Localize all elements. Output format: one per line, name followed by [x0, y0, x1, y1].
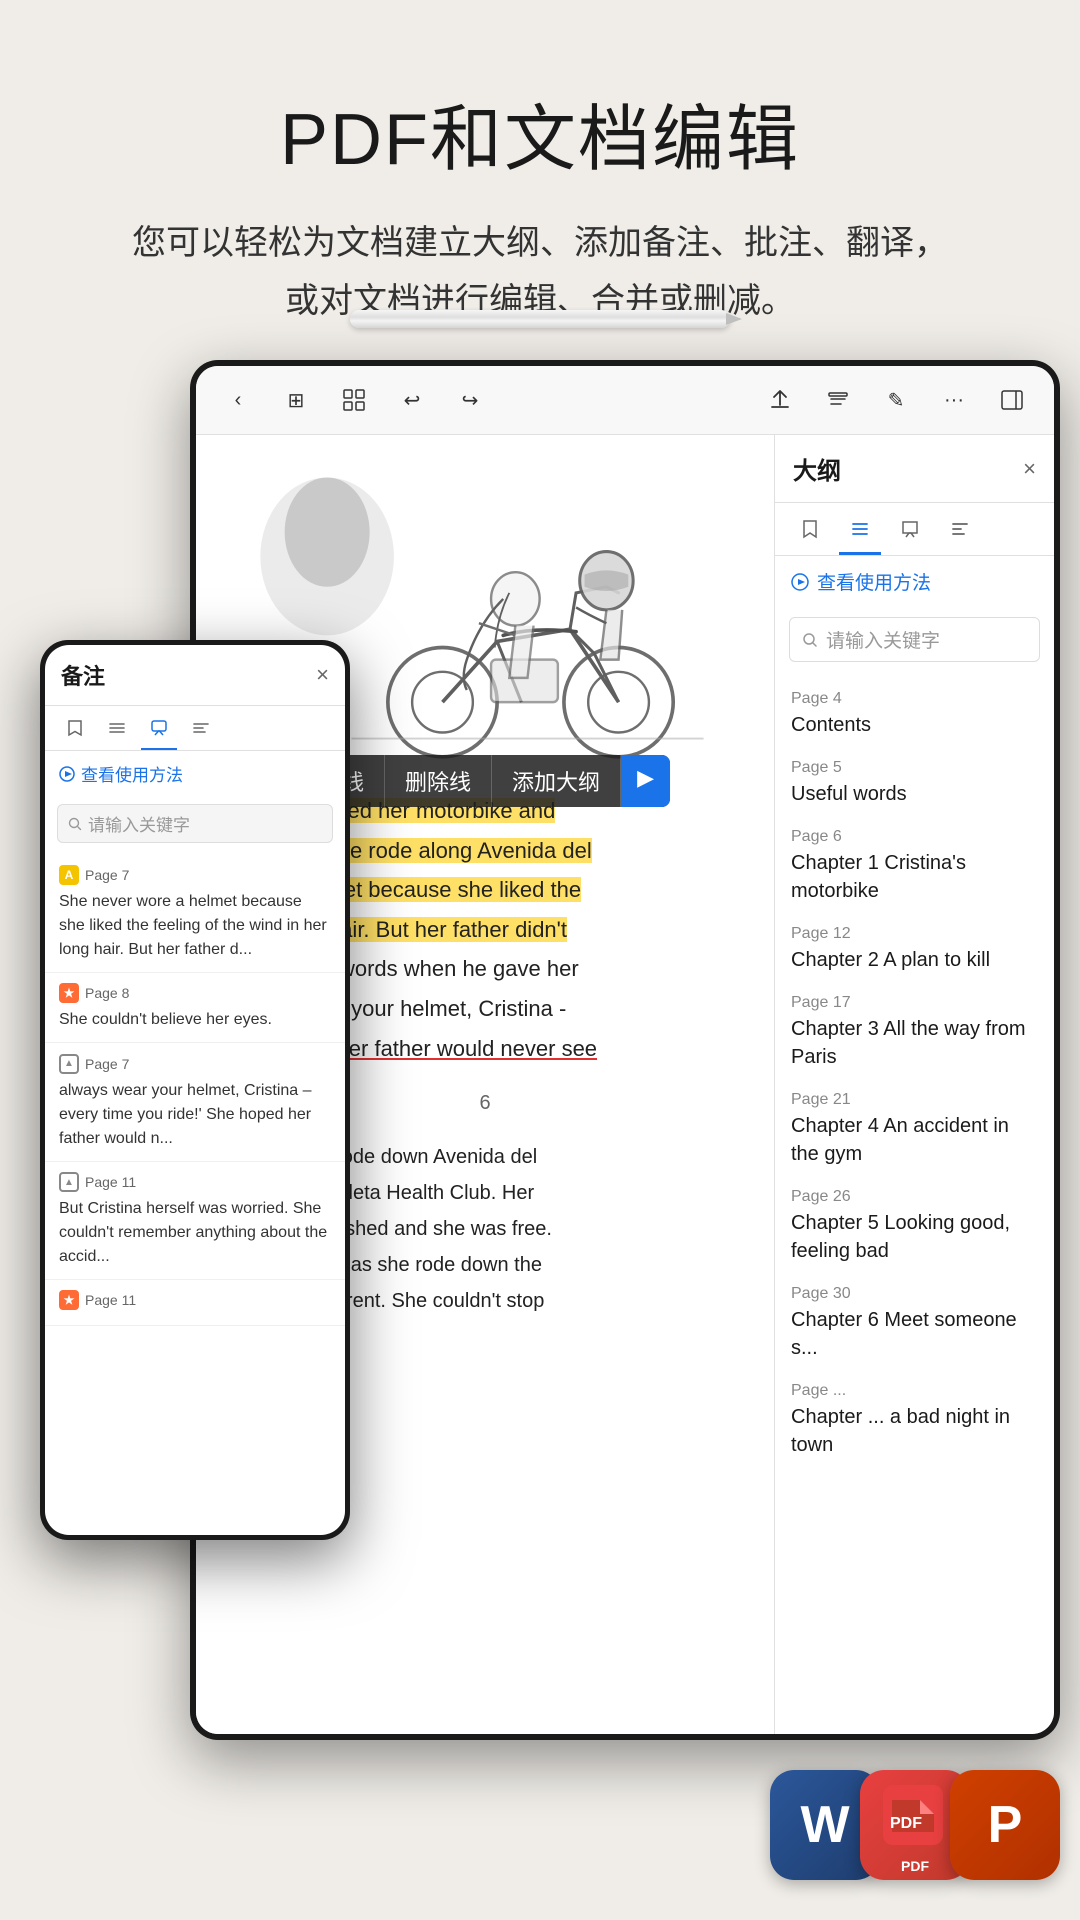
app-icons-group: W PDF PDF P: [770, 1770, 1060, 1880]
outline-item[interactable]: Page 12 Chapter 2 A plan to kill: [775, 915, 1054, 984]
pdf-app-label: PDF: [901, 1858, 929, 1874]
note-text: always wear your helmet, Cristina –every…: [59, 1079, 331, 1151]
notes-search-icon: [68, 817, 82, 831]
outline-tabs: [775, 503, 1054, 556]
phone-device: 备注 ×: [40, 640, 350, 1540]
redo-button[interactable]: ↪: [448, 378, 492, 422]
outline-item[interactable]: Page ... Chapter ... a bad night in town: [775, 1372, 1054, 1469]
note-badge-star: ★: [59, 1290, 79, 1310]
outline-tab-list[interactable]: [839, 513, 881, 555]
notes-tab-bookmark[interactable]: [57, 714, 93, 750]
page-title: PDF和文档编辑: [0, 80, 1080, 185]
note-text: She couldn't believe her eyes.: [59, 1008, 331, 1032]
outline-item[interactable]: Page 4 Contents: [775, 680, 1054, 749]
outline-item[interactable]: Page 21 Chapter 4 An accident in the gym: [775, 1081, 1054, 1178]
notes-tab-comment[interactable]: [141, 714, 177, 750]
note-text: But Cristina herself was worried. She co…: [59, 1197, 331, 1269]
note-badge-triangle: ▲: [59, 1172, 79, 1192]
note-item[interactable]: ▲ Page 7 always wear your helmet, Cristi…: [45, 1043, 345, 1162]
mark-button[interactable]: ✎: [874, 378, 918, 422]
outline-item[interactable]: Page 30 Chapter 6 Meet someone s...: [775, 1275, 1054, 1372]
notes-tab-settings[interactable]: [183, 714, 219, 750]
outline-item[interactable]: Page 26 Chapter 5 Looking good, feeling …: [775, 1178, 1054, 1275]
outline-panel: 大纲 ×: [774, 435, 1054, 1734]
note-badge-triangle: ▲: [59, 1054, 79, 1074]
more-button[interactable]: ···: [932, 378, 976, 422]
share-button[interactable]: [758, 378, 802, 422]
notes-help-text: 查看使用方法: [81, 761, 183, 786]
play-help-icon: [59, 766, 75, 782]
outline-item[interactable]: Page 5 Useful words: [775, 749, 1054, 818]
outline-search-box[interactable]: 请输入关键字: [789, 617, 1040, 662]
search-icon: [802, 632, 818, 648]
note-item[interactable]: A Page 7 She never wore a helmet because…: [45, 855, 345, 973]
outline-tab-comment[interactable]: [889, 513, 931, 555]
note-item[interactable]: ▲ Page 11 But Cristina herself was worri…: [45, 1162, 345, 1281]
annotation-toolbar: 划线 删除线 添加大纲 ▶: [300, 755, 670, 807]
play-button[interactable]: ▶: [621, 755, 670, 807]
outline-list: Page 4 Contents Page 5 Useful words Page…: [775, 672, 1054, 1734]
note-page: Page 7: [85, 1056, 129, 1072]
outline-tab-bookmark[interactable]: [789, 513, 831, 555]
add-outline-button[interactable]: 添加大纲: [492, 755, 621, 807]
notes-list: A Page 7 She never wore a helmet because…: [45, 851, 345, 1535]
notes-tabs: [45, 706, 345, 751]
toolbar: ‹ ⊞ ↩ ↪: [196, 366, 1054, 435]
strikethrough-button[interactable]: 删除线: [385, 755, 492, 807]
note-page: Page 7: [85, 867, 129, 883]
notes-tab-list[interactable]: [99, 714, 135, 750]
notes-close-button[interactable]: ×: [316, 662, 329, 688]
help-text: 查看使用方法: [817, 568, 931, 595]
note-item[interactable]: ★ Page 8 She couldn't believe her eyes.: [45, 973, 345, 1043]
notes-search-placeholder[interactable]: 请输入关键字: [88, 811, 190, 836]
ppt-app-icon[interactable]: P: [950, 1770, 1060, 1880]
note-badge-star: ★: [59, 983, 79, 1003]
note-page: Page 8: [85, 985, 129, 1001]
note-item[interactable]: ★ Page 11: [45, 1280, 345, 1326]
outline-search-input[interactable]: 请输入关键字: [826, 626, 940, 653]
note-page: Page 11: [85, 1292, 136, 1308]
note-page: Page 11: [85, 1174, 136, 1190]
devices-wrapper: ‹ ⊞ ↩ ↪: [40, 360, 1080, 1920]
notes-search-box[interactable]: 请输入关键字: [57, 804, 333, 843]
pdf-icon-svg: PDF: [878, 1780, 948, 1850]
outline-help-link[interactable]: 查看使用方法: [775, 556, 1054, 607]
outline-item[interactable]: Page 6 Chapter 1 Cristina's motorbike: [775, 818, 1054, 915]
layout1-button[interactable]: ⊞: [274, 378, 318, 422]
outline-tab-settings[interactable]: [939, 513, 981, 555]
text-edit-button[interactable]: [816, 378, 860, 422]
stylus-decoration: [340, 300, 740, 340]
note-text: She never wore a helmet because she like…: [59, 890, 331, 962]
note-badge-a: A: [59, 865, 79, 885]
notes-help-link[interactable]: 查看使用方法: [45, 751, 345, 796]
notes-panel-title: 备注: [61, 659, 105, 691]
outline-item[interactable]: Page 17 Chapter 3 All the way from Paris: [775, 984, 1054, 1081]
grid-button[interactable]: [332, 378, 376, 422]
back-button[interactable]: ‹: [216, 378, 260, 422]
outline-close-button[interactable]: ×: [1023, 456, 1036, 482]
undo-button[interactable]: ↩: [390, 378, 434, 422]
sidebar-toggle-button[interactable]: [990, 378, 1034, 422]
outline-panel-title: 大纲: [793, 451, 841, 486]
svg-text:PDF: PDF: [890, 1815, 922, 1832]
